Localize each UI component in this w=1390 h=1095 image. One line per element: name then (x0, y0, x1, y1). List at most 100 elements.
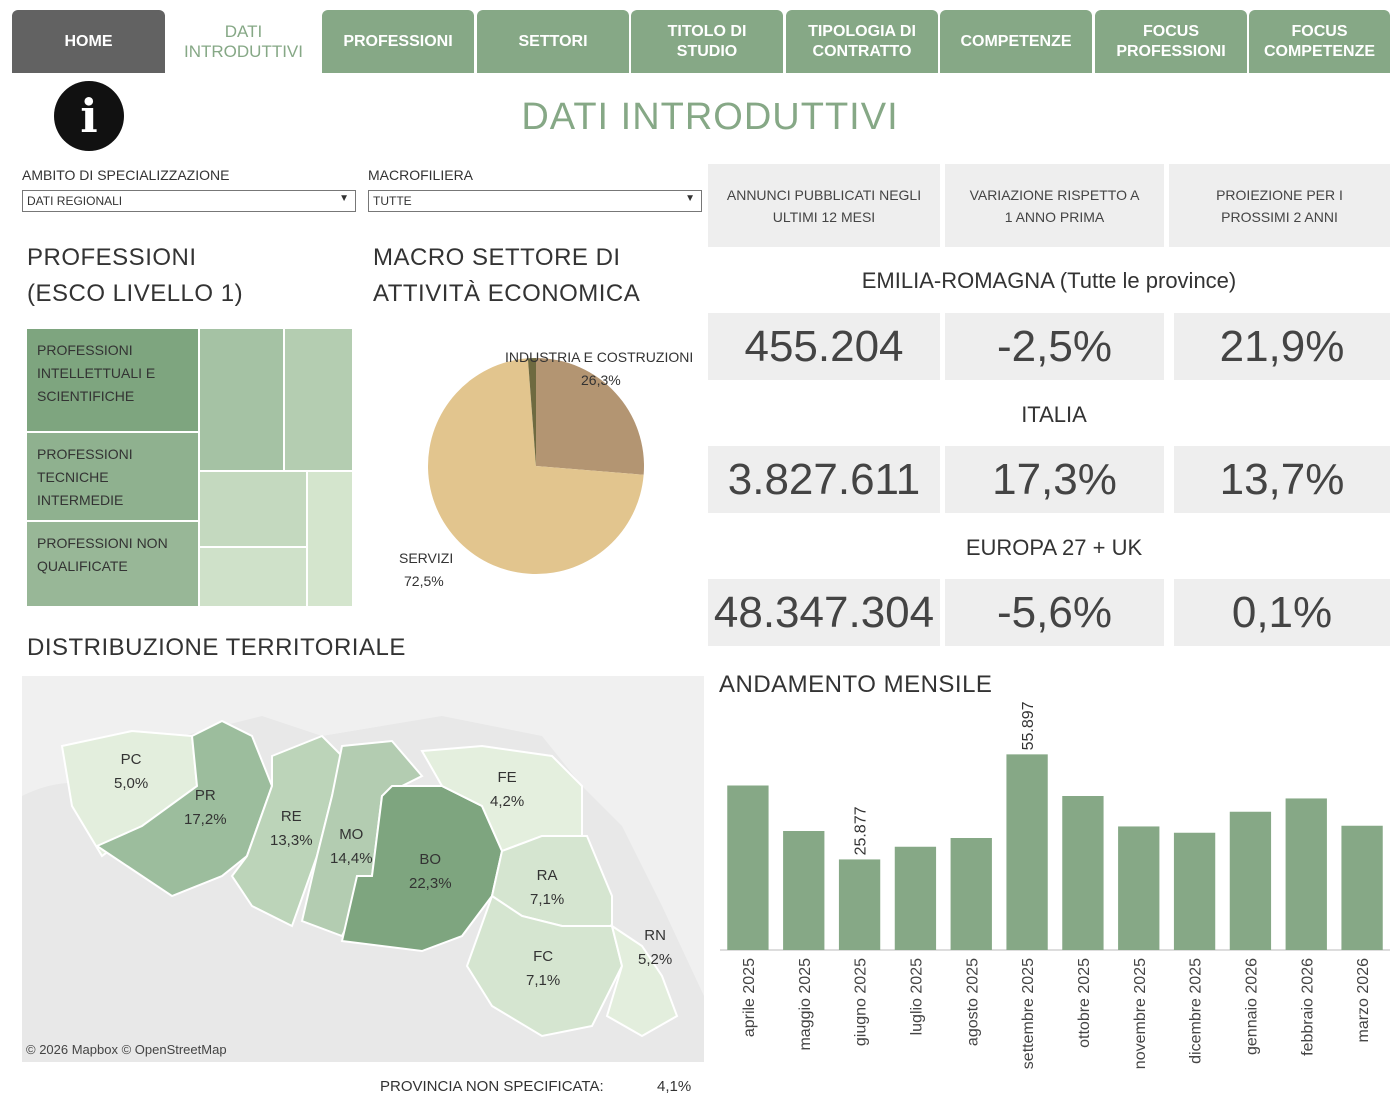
tab-bar: HOME DATI INTRODUTTIVI PROFESSIONI SETTO… (12, 10, 1390, 74)
tab-home[interactable]: HOME (12, 10, 165, 73)
tab-professioni[interactable]: PROFESSIONI (322, 10, 474, 73)
map-code-fe: FE (497, 769, 517, 786)
tab-professioni-label: PROFESSIONI (343, 32, 453, 50)
page-title: DATI INTRODUTTIVI (521, 96, 899, 138)
tab-titolo-di-studio-label: TITOLO DI STUDIO (667, 22, 747, 60)
tab-focus-professioni[interactable]: FOCUS PROFESSIONI (1095, 10, 1247, 73)
map-pct-fe: 4,2% (490, 793, 525, 810)
map-code-ra: RA (536, 867, 558, 884)
bar-luglio-2025[interactable] (894, 846, 937, 950)
kpi-it-variazione: 17,3% (945, 446, 1164, 513)
kpi-er-variazione: -2,5% (945, 313, 1164, 380)
map-label-bo: BO 22,3% (409, 848, 452, 896)
map-label-pr: PR 17,2% (184, 784, 227, 832)
map-pct-mo: 14,4% (330, 850, 373, 867)
tab-tipologia-di-contratto[interactable]: TIPOLOGIA DI CONTRATTO (786, 10, 938, 73)
tab-focus-competenze-label: FOCUS COMPETENZE (1263, 22, 1376, 60)
ambito-select-value: DATI REGIONALI (27, 194, 123, 208)
chevron-down-icon: ▼ (339, 193, 349, 204)
map-label-fe: FE 4,2% (490, 766, 524, 814)
treemap-label: PROFESSIONI NON QUALIFICATE (37, 535, 168, 574)
treemap-cell[interactable] (200, 329, 283, 470)
territorial-map[interactable]: PC 5,0% PR 17,2% RE 13,3% MO 14,4% BO 22,3% F… (22, 676, 704, 1062)
bar-aprile-2025[interactable] (727, 785, 769, 951)
x-tick-label: gennaio 2026 (1243, 958, 1260, 1055)
tab-settori[interactable]: SETTORI (477, 10, 629, 73)
x-tick-label: ottobre 2025 (1076, 958, 1093, 1048)
map-pct-pr: 17,2% (184, 811, 227, 828)
tab-dati-introduttivi-label: DATI INTRODUTTIVI (184, 21, 303, 61)
x-tick-label: dicembre 2025 (1188, 958, 1205, 1064)
bar-ottobre-2025[interactable] (1062, 796, 1104, 950)
tab-competenze[interactable]: COMPETENZE (940, 10, 1092, 73)
bar-febbraio-2026[interactable] (1285, 798, 1327, 950)
pie-label-servizi: SERVIZI (399, 550, 454, 566)
tab-settori-label: SETTORI (518, 32, 588, 50)
x-tick-label: settembre 2025 (1020, 958, 1037, 1069)
map-pct-ra: 7,1% (530, 891, 565, 908)
macro-settore-title: MACRO SETTORE DI ATTIVITÀ ECONOMICA (373, 244, 641, 307)
pie-pct-industria: 26,3% (581, 372, 621, 388)
treemap-cell[interactable] (200, 548, 306, 606)
kpi-eu-annunci: 48.347.304 (708, 579, 940, 646)
map-label-ra: RA 7,1% (530, 864, 564, 912)
pie-pct-servizi: 72,5% (404, 573, 444, 589)
map-code-rn: RN (644, 927, 666, 944)
tab-home-label: HOME (64, 32, 113, 50)
dashboard: HOME DATI INTRODUTTIVI PROFESSIONI SETTO… (0, 0, 1390, 1095)
bar-settembre-2025[interactable] (1006, 754, 1048, 950)
tab-dati-introduttivi[interactable]: DATI INTRODUTTIVI (167, 10, 320, 73)
unspecified-value: 4,1% (657, 1078, 692, 1095)
macrofiliera-select-value: TUTTE (373, 194, 412, 208)
tab-titolo-di-studio[interactable]: TITOLO DI STUDIO (631, 10, 783, 73)
bar-novembre-2025[interactable] (1118, 826, 1160, 950)
map-code-pr: PR (194, 787, 216, 804)
bar-maggio-2025[interactable] (783, 831, 825, 950)
kpi-header-variazione: VARIAZIONE RISPETTO A 1 ANNO PRIMA (945, 164, 1164, 247)
professioni-title: PROFESSIONI (ESCO LIVELLO 1) (27, 244, 244, 307)
ambito-select[interactable]: DATI REGIONALI ▼ (22, 190, 356, 212)
map-label-mo: MO 14,4% (330, 823, 373, 871)
info-icon[interactable]: i (54, 81, 124, 151)
treemap-cell-intellettuali[interactable]: PROFESSIONI INTELLETTUALI E SCIENTIFICHE (27, 329, 198, 431)
bar-dicembre-2025[interactable] (1173, 832, 1216, 950)
tab-tipologia-di-contratto-label: TIPOLOGIA DI CONTRATTO (808, 22, 916, 60)
region-emilia-romagna: EMILIA-ROMAGNA (Tutte le province) (861, 268, 1237, 293)
treemap-cell[interactable] (200, 472, 306, 546)
chart-title: ANDAMENTO MENSILE (719, 671, 993, 698)
x-tick-label: marzo 2026 (1355, 958, 1372, 1043)
x-tick-label: febbraio 2026 (1299, 958, 1316, 1056)
map-attribution[interactable]: © 2026 Mapbox © OpenStreetMap (26, 1042, 227, 1057)
region-italia: ITALIA (1021, 402, 1087, 427)
map-code-mo: MO (339, 826, 364, 843)
bar-agosto-2025[interactable] (950, 838, 992, 950)
map-code-pc: PC (120, 751, 142, 768)
kpi-er-proiezione: 21,9% (1174, 313, 1390, 380)
treemap-label: PROFESSIONI INTELLETTUALI E SCIENTIFICHE (37, 342, 156, 404)
chevron-down-icon: ▼ (685, 193, 695, 204)
treemap-cell-tecniche[interactable]: PROFESSIONI TECNICHE INTERMEDIE (27, 433, 198, 520)
map-label-re: RE 13,3% (270, 805, 313, 853)
region-europa: EUROPA 27 + UK (965, 535, 1143, 560)
map-title: DISTRIBUZIONE TERRITORIALE (27, 634, 406, 661)
bar-marzo-2026[interactable] (1341, 825, 1383, 950)
treemap-cell-non-qualificate[interactable]: PROFESSIONI NON QUALIFICATE (27, 522, 198, 606)
x-tick-label: aprile 2025 (741, 958, 758, 1037)
ambito-label: AMBITO DI SPECIALIZZAZIONE (22, 167, 230, 183)
tab-focus-competenze[interactable]: FOCUS COMPETENZE (1249, 10, 1390, 73)
map-label-rn: RN 5,2% (638, 924, 672, 972)
bar-giugno-2025[interactable] (838, 859, 881, 950)
map-code-fc: FC (533, 948, 554, 965)
map-pct-bo: 22,3% (409, 875, 452, 892)
pie-label-industria: INDUSTRIA E COSTRUZIONI (505, 349, 694, 365)
map-pct-rn: 5,2% (638, 951, 673, 968)
bar-gennaio-2026[interactable] (1229, 811, 1272, 950)
x-tick-label: luglio 2025 (908, 958, 925, 1036)
kpi-header-proiezione: PROIEZIONE PER I PROSSIMI 2 ANNI (1169, 164, 1390, 247)
treemap-cell[interactable] (308, 472, 352, 606)
map-code-bo: BO (419, 851, 442, 868)
macrofiliera-select[interactable]: TUTTE ▼ (368, 190, 702, 212)
treemap-cell[interactable] (285, 329, 352, 470)
unspecified-label: PROVINCIA NON SPECIFICATA: (380, 1078, 604, 1095)
x-tick-label: novembre 2025 (1132, 958, 1149, 1069)
